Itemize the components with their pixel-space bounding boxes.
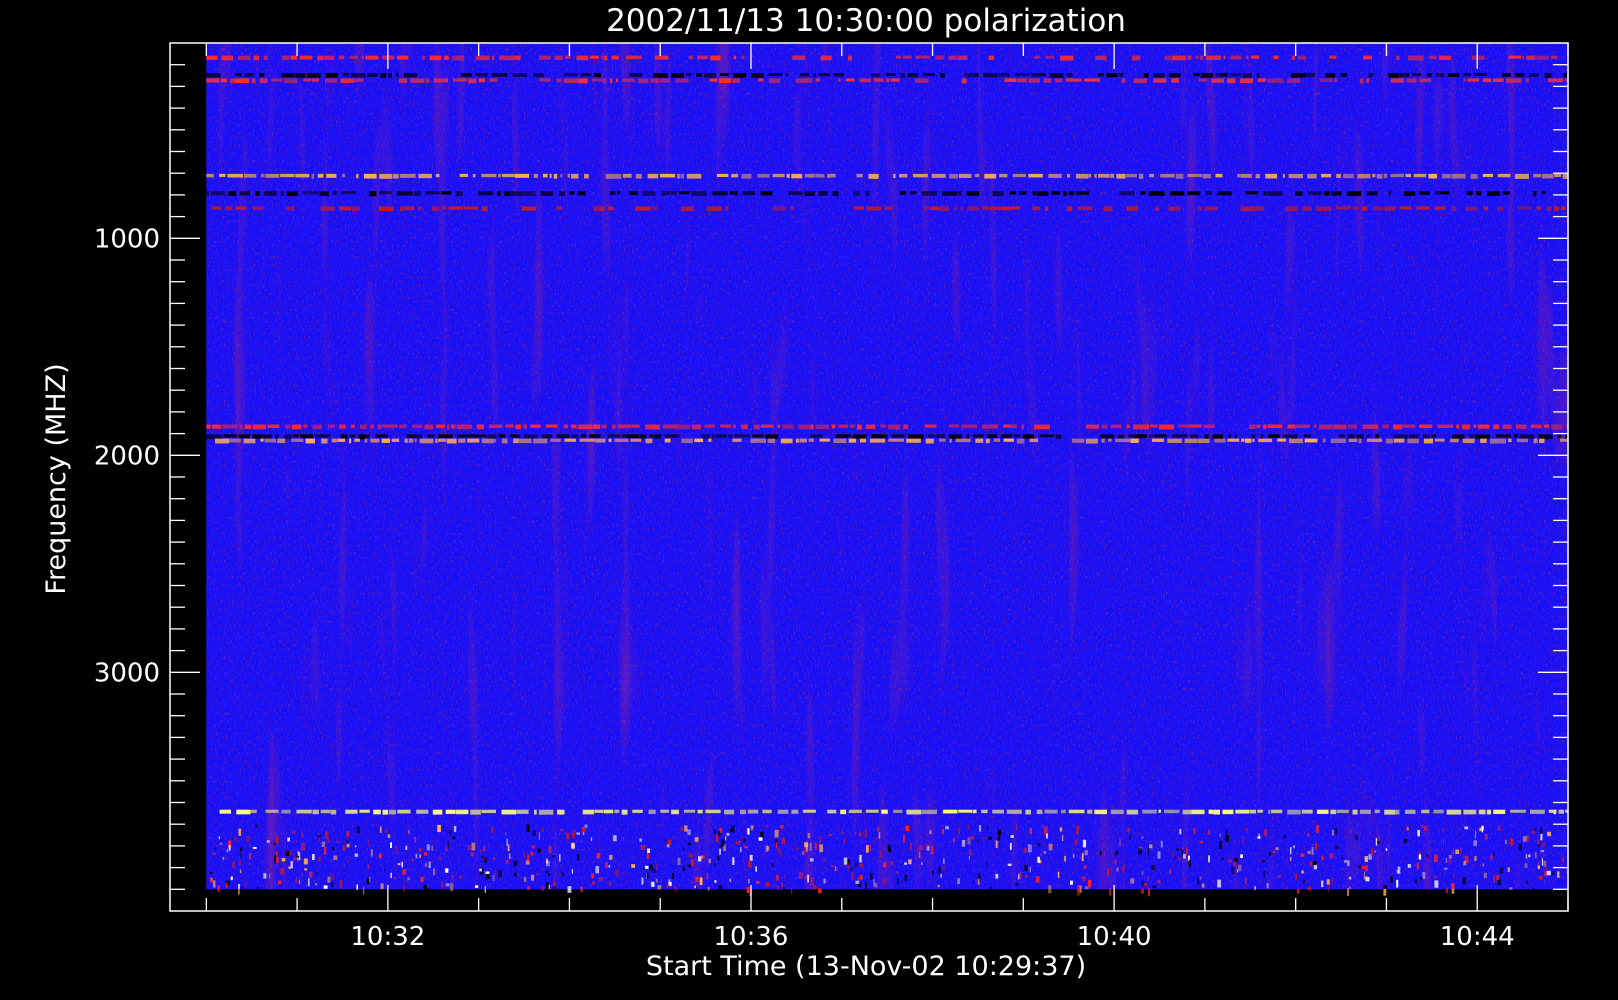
x-axis-tick-labels: 10:32 10:36 10:40 10:44 [350,922,1514,952]
x-tick-label: 10:36 [714,922,789,952]
x-tick-label: 10:40 [1077,922,1152,952]
plot-area [206,43,1571,897]
y-tick-label: 2000 [94,441,160,471]
x-tick-label: 10:32 [350,922,425,952]
y-axis-label: Frequency (MHZ) [41,363,72,594]
chart-title: 2002/11/13 10:30:00 polarization [606,3,1126,39]
spectrogram-chart: 2002/11/13 10:30:00 polarization 10:32 1… [41,3,1571,982]
y-axis-tick-labels: 1000 2000 3000 [94,224,160,688]
x-tick-label: 10:44 [1440,922,1515,952]
y-tick-label: 1000 [94,224,160,254]
y-tick-label: 3000 [94,658,160,688]
x-axis-label: Start Time (13-Nov-02 10:29:37) [646,951,1086,982]
heatmap-noise-texture [206,43,1569,890]
